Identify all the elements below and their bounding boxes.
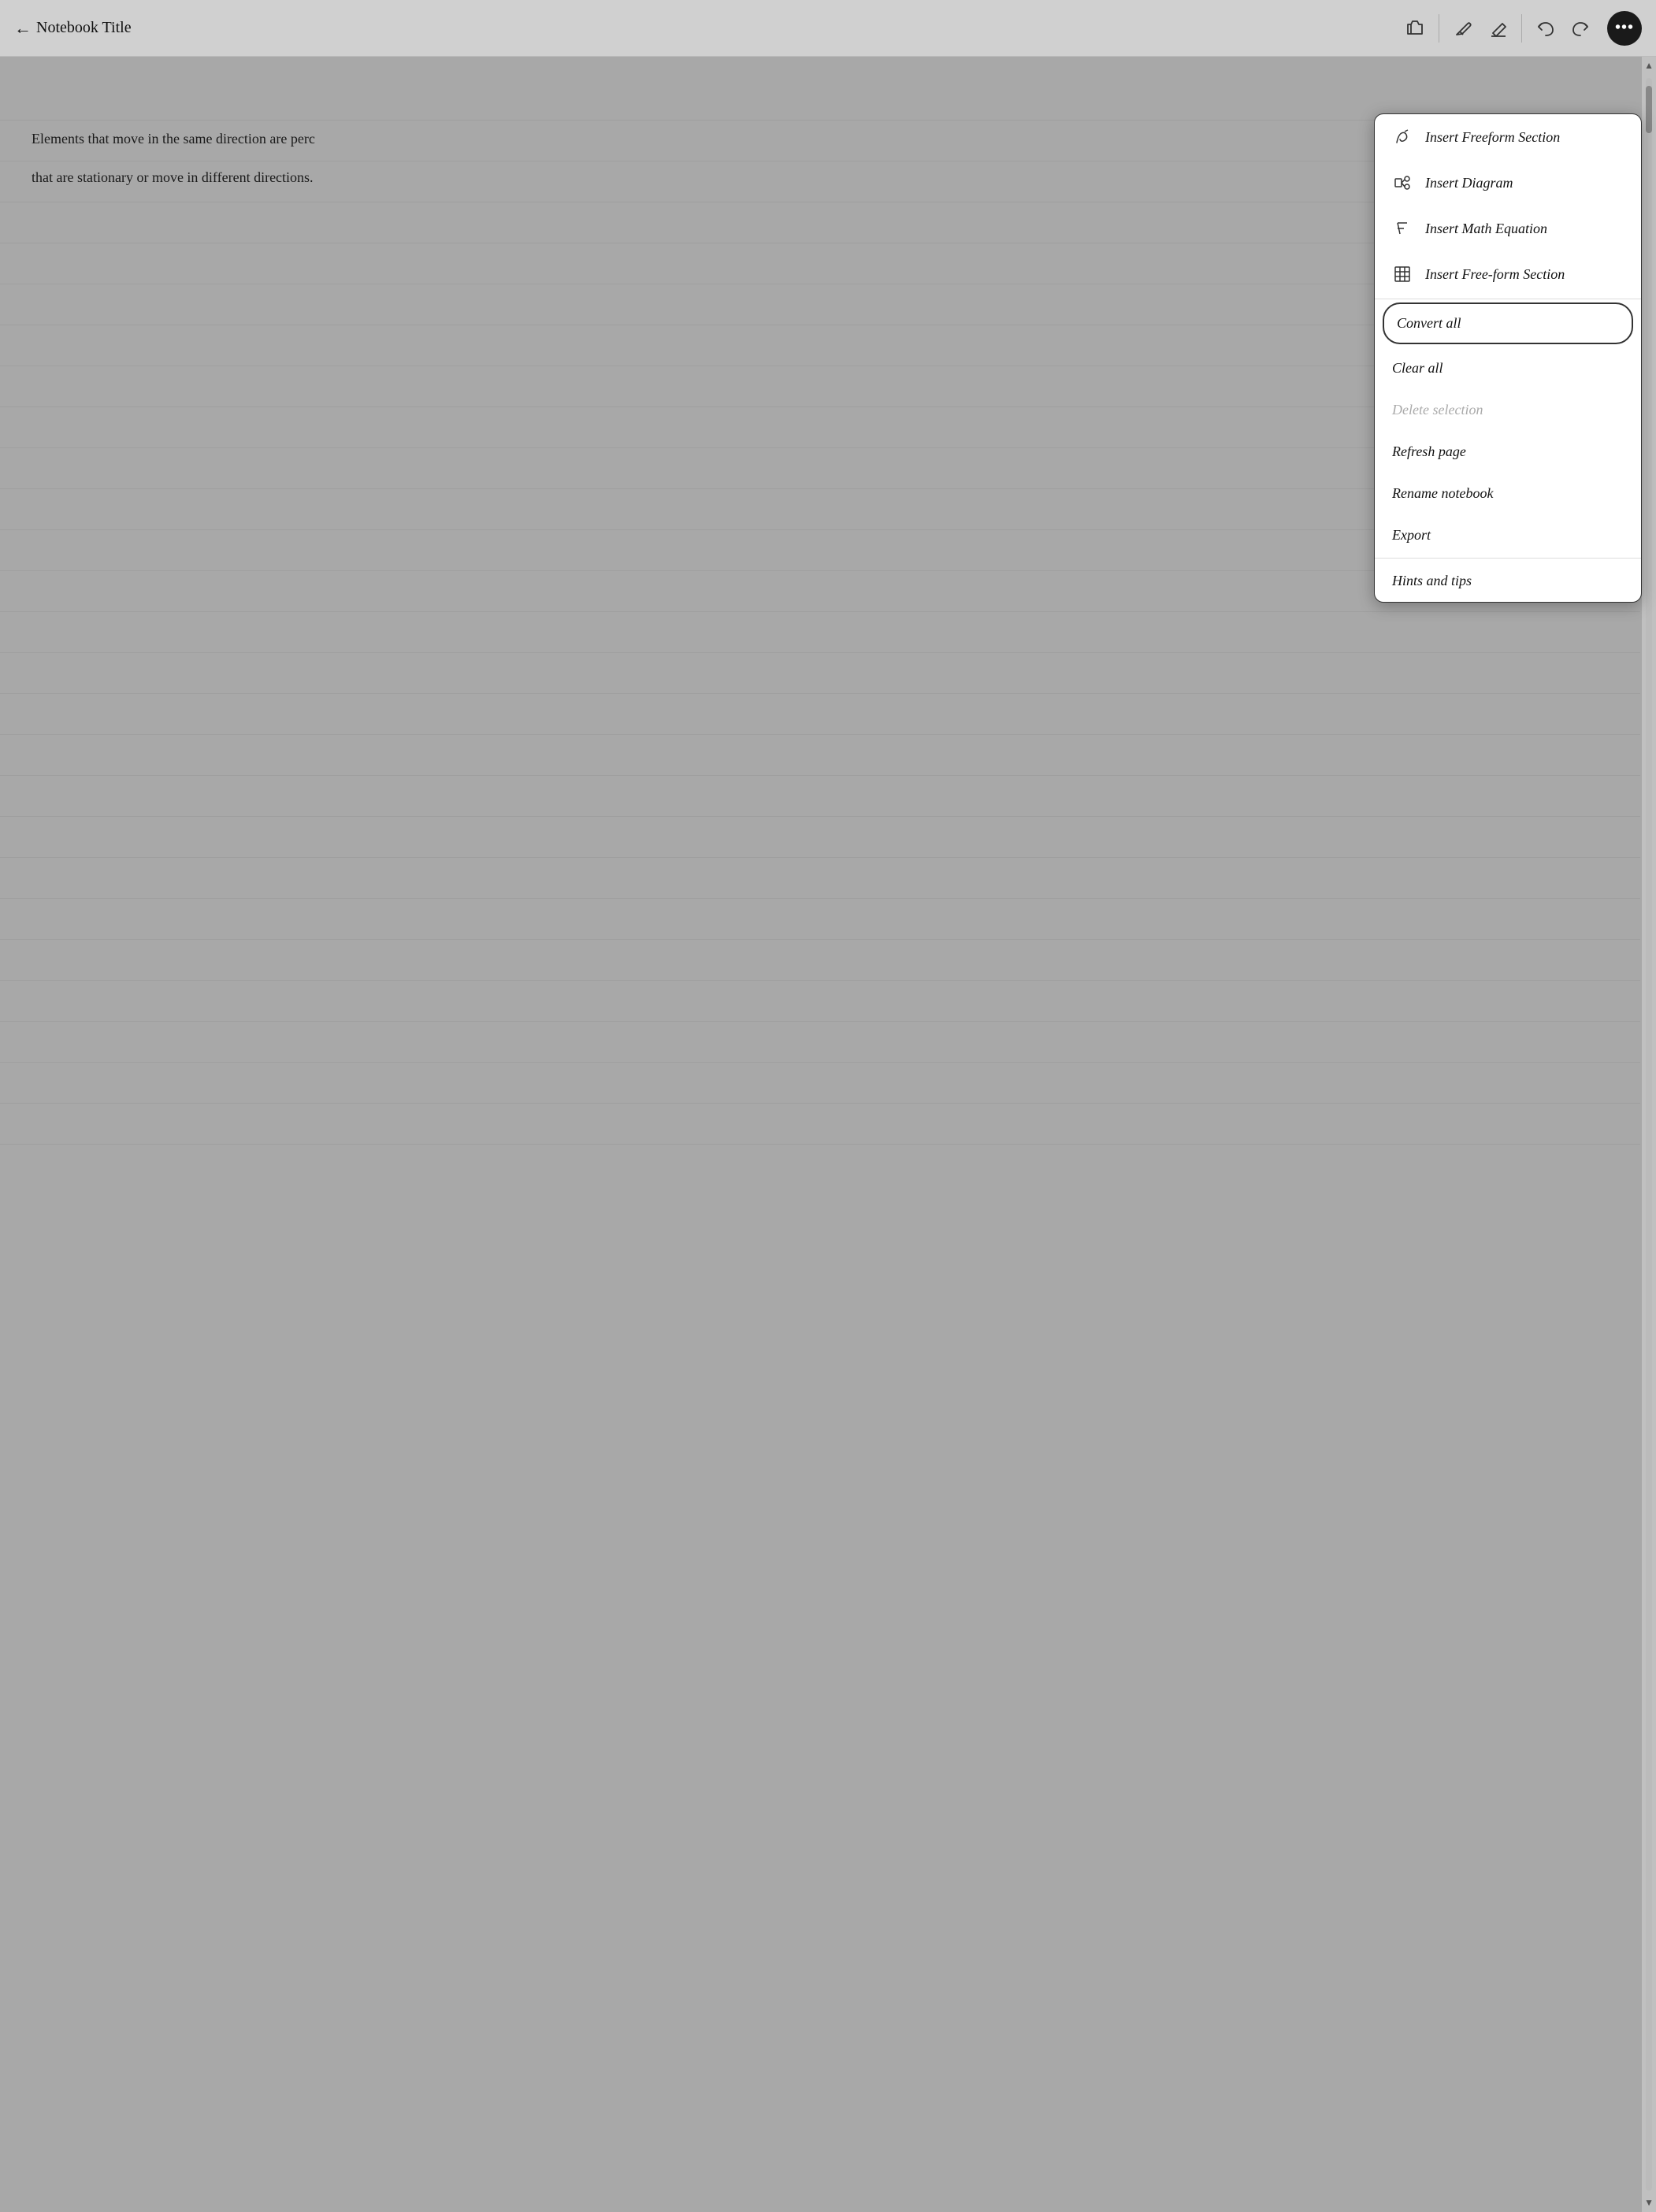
text-line-1: Elements that move in the same direction… bbox=[32, 128, 908, 150]
menu-label-insert-diagram: Insert Diagram bbox=[1425, 175, 1624, 191]
scroll-down-arrow-icon[interactable]: ▼ bbox=[1641, 2194, 1656, 2212]
notebook-line bbox=[0, 857, 1640, 858]
notebook-line bbox=[0, 1103, 1640, 1104]
tags-icon[interactable] bbox=[1398, 11, 1432, 46]
notebook-line bbox=[0, 898, 1640, 899]
notebook-line bbox=[0, 652, 1640, 653]
menu-item-clear-all[interactable]: Clear all bbox=[1375, 347, 1641, 389]
undo-icon[interactable] bbox=[1528, 11, 1563, 46]
math-icon bbox=[1392, 218, 1413, 239]
table-icon bbox=[1392, 264, 1413, 284]
notebook-line bbox=[0, 1021, 1640, 1022]
notebook-title: Notebook Title bbox=[36, 19, 132, 37]
more-dots-icon: ••• bbox=[1615, 19, 1634, 37]
menu-item-refresh-page[interactable]: Refresh page bbox=[1375, 431, 1641, 473]
toolbar-divider-2 bbox=[1521, 14, 1522, 43]
menu-label-insert-free-form-section: Insert Free-form Section bbox=[1425, 266, 1624, 283]
menu-item-insert-free-form-section[interactable]: Insert Free-form Section bbox=[1375, 251, 1641, 297]
menu-label-insert-freeform-section: Insert Freeform Section bbox=[1425, 129, 1624, 146]
page-text: Elements that move in the same direction… bbox=[32, 128, 908, 189]
back-button[interactable]: ← Notebook Title bbox=[14, 18, 132, 39]
menu-label-delete-selection: Delete selection bbox=[1392, 402, 1624, 418]
freeform-icon bbox=[1392, 127, 1413, 147]
text-line-2: that are stationary or move in different… bbox=[32, 166, 908, 189]
menu-label-rename-notebook: Rename notebook bbox=[1392, 485, 1624, 502]
menu-item-convert-all[interactable]: Convert all bbox=[1383, 302, 1633, 344]
menu-label-export: Export bbox=[1392, 527, 1624, 544]
more-button[interactable]: ••• bbox=[1607, 11, 1642, 46]
menu-item-delete-selection: Delete selection bbox=[1375, 389, 1641, 431]
notebook-line bbox=[0, 1062, 1640, 1063]
notebook-line bbox=[0, 1144, 1640, 1145]
scroll-up-arrow-icon[interactable]: ▲ bbox=[1641, 57, 1656, 75]
menu-label-convert-all: Convert all bbox=[1397, 315, 1619, 332]
toolbar-left: ← Notebook Title bbox=[14, 18, 1398, 39]
menu-item-hints-and-tips[interactable]: Hints and tips bbox=[1375, 560, 1641, 602]
dropdown-menu: Insert Freeform Section Insert Diagram I… bbox=[1374, 113, 1642, 603]
notebook-line bbox=[0, 775, 1640, 776]
menu-label-refresh-page: Refresh page bbox=[1392, 444, 1624, 460]
menu-item-insert-freeform-section[interactable]: Insert Freeform Section bbox=[1375, 114, 1641, 160]
notebook-line bbox=[0, 734, 1640, 735]
toolbar-right: ••• bbox=[1607, 11, 1642, 46]
notebook-line bbox=[0, 980, 1640, 981]
eraser-icon[interactable] bbox=[1480, 11, 1515, 46]
menu-item-insert-diagram[interactable]: Insert Diagram bbox=[1375, 160, 1641, 206]
menu-item-insert-math-equation[interactable]: Insert Math Equation bbox=[1375, 206, 1641, 251]
back-arrow-icon: ← bbox=[14, 18, 32, 39]
menu-label-hints-and-tips: Hints and tips bbox=[1392, 573, 1624, 589]
menu-label-insert-math-equation: Insert Math Equation bbox=[1425, 221, 1624, 237]
pen-icon[interactable] bbox=[1446, 11, 1480, 46]
redo-icon[interactable] bbox=[1563, 11, 1598, 46]
main-content: Elements that move in the same direction… bbox=[0, 57, 1656, 2212]
menu-divider-2 bbox=[1375, 558, 1641, 559]
menu-label-clear-all: Clear all bbox=[1392, 360, 1624, 377]
toolbar-center bbox=[1398, 11, 1598, 46]
diagram-icon bbox=[1392, 173, 1413, 193]
notebook-line bbox=[0, 816, 1640, 817]
app-container: ← Notebook Title bbox=[0, 0, 1656, 2212]
scrollbar: ▲ ▼ bbox=[1642, 57, 1656, 2212]
notebook-line bbox=[0, 693, 1640, 694]
scroll-thumb[interactable] bbox=[1646, 86, 1652, 133]
notebook-line bbox=[0, 939, 1640, 940]
menu-item-export[interactable]: Export bbox=[1375, 514, 1641, 556]
menu-item-rename-notebook[interactable]: Rename notebook bbox=[1375, 473, 1641, 514]
notebook-line bbox=[0, 611, 1640, 612]
toolbar: ← Notebook Title bbox=[0, 0, 1656, 57]
scroll-track[interactable] bbox=[1646, 78, 1652, 2191]
